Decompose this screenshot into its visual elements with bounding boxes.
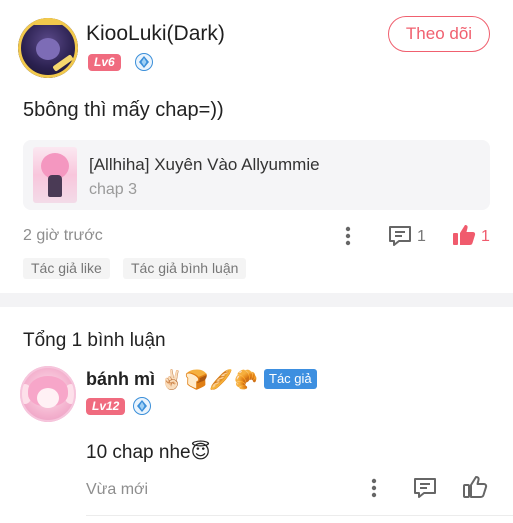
story-title: [Allhiha] Xuyên Vào Allyummie (89, 155, 320, 174)
level-badge: Lv6 (88, 54, 121, 71)
story-link-card[interactable]: [Allhiha] Xuyên Vào Allyummie chap 3 (23, 140, 490, 210)
post-card: KiooLuki(Dark) Lv6 Theo dõi 5bông thì mấ… (0, 0, 513, 293)
tag-author-commented: Tác giả bình luận (123, 258, 247, 279)
more-vertical-icon[interactable] (366, 476, 382, 500)
post-text: 5bông thì mấy chap=)) (23, 99, 224, 121)
story-chapter: chap 3 (89, 181, 138, 198)
user-avatar[interactable] (18, 18, 78, 78)
avatar-frame (20, 366, 76, 422)
story-thumbnail (33, 147, 77, 203)
thumbs-up-icon[interactable] (451, 223, 477, 247)
section-divider (0, 293, 513, 307)
follow-button[interactable]: Theo dõi (388, 16, 490, 52)
thumbnail-body (48, 175, 62, 197)
level-badge: Lv12 (86, 398, 126, 415)
tag-author-liked: Tác giả like (23, 258, 110, 279)
author-badge: Tác giả (264, 369, 317, 389)
reply-username[interactable]: bánh mì (86, 369, 155, 390)
reply-avatar[interactable] (20, 366, 76, 422)
reply-separator (86, 515, 513, 516)
comment-icon[interactable] (387, 224, 413, 248)
comment-icon[interactable] (412, 476, 438, 500)
thumbs-up-icon[interactable] (462, 475, 488, 499)
comment-count: 1 (417, 228, 426, 245)
more-vertical-icon[interactable] (340, 224, 356, 248)
post-timestamp: 2 giờ trước (23, 227, 103, 244)
post-username[interactable]: KiooLuki(Dark) (86, 22, 225, 46)
avatar-frame (18, 18, 78, 78)
comments-total: Tổng 1 bình luận (23, 330, 166, 351)
reply-emoji: 😇 (190, 442, 211, 463)
reply-text-content: 10 chap nhe (86, 442, 191, 463)
diamond-badge-icon (135, 53, 153, 71)
reply-timestamp: Vừa mới (86, 481, 149, 498)
like-count: 1 (481, 228, 490, 245)
diamond-badge-icon (133, 397, 151, 415)
reply-text: 10 chap nhe😇 (86, 441, 210, 464)
username-emoji: ✌🏻🍞🥖🥐 (160, 370, 259, 391)
